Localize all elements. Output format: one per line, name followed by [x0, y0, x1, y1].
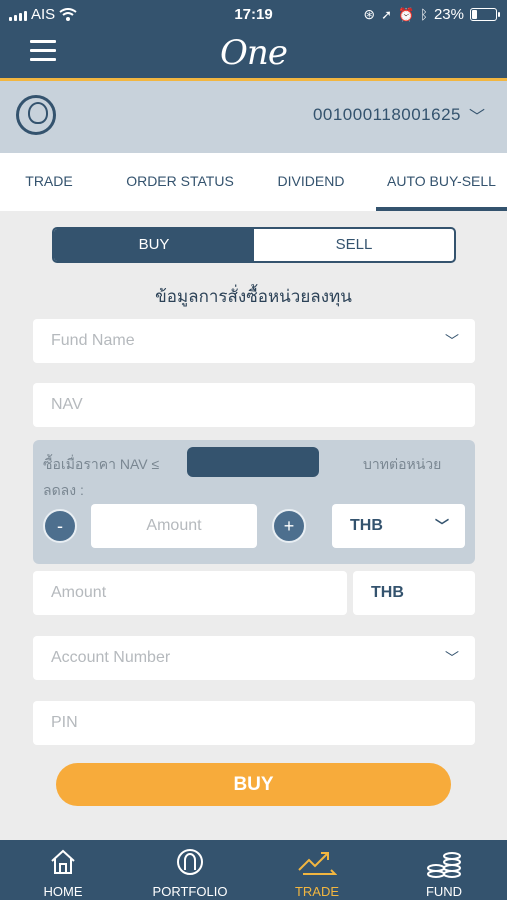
nav-condition-panel: ซื้อเมื่อราคา NAV ≤ ลดลง : บาทต่อหน่วย -… [33, 440, 475, 564]
app-header: AIS 17:19 ⊛ ➚ ⏰ ᛒ 23% One [0, 0, 507, 80]
home-icon [51, 849, 75, 874]
battery-percent: 23% [433, 6, 464, 23]
increase-button[interactable]: + [272, 509, 306, 543]
pin-input[interactable]: PIN [33, 701, 475, 745]
tab-auto-buy-sell[interactable]: AUTO BUY-SELL [376, 153, 507, 211]
alarm-icon: ⏰ [397, 6, 415, 22]
account-number-select[interactable]: Account Number ﹀ [33, 636, 475, 680]
chevron-down-icon: ﹀ [435, 518, 449, 534]
tab-dividend[interactable]: DIVIDEND [266, 153, 356, 211]
nav-input[interactable]: NAV [33, 383, 475, 427]
fund-name-placeholder: Fund Name [51, 332, 135, 349]
buy-submit-button[interactable]: BUY [56, 763, 451, 806]
buy-toggle-button[interactable]: BUY [54, 229, 254, 261]
nav-placeholder: NAV [51, 396, 83, 413]
nav-unit-label: บาทต่อหน่วย [363, 456, 442, 472]
nav-trade[interactable]: TRADE [254, 840, 380, 900]
nav-fund-label: FUND [425, 884, 463, 899]
screen-lock-icon: ⊛ [363, 6, 376, 22]
fund-name-select[interactable]: Fund Name ﹀ [33, 319, 475, 363]
nav-home[interactable]: HOME [0, 840, 126, 900]
nav-condition-label-2: ลดลง : [43, 482, 84, 498]
sell-toggle-button[interactable]: SELL [254, 229, 454, 261]
currency-select[interactable]: THB ﹀ [332, 504, 465, 548]
amount-placeholder: Amount [51, 584, 107, 601]
chevron-down-icon: ﹀ [445, 650, 459, 666]
status-right: ⊛ ➚ ⏰ ᛒ 23% [363, 6, 500, 23]
chevron-down-icon: ﹀ [445, 333, 459, 349]
form-title: ข้อมูลการสั่งซื้อหน่วยลงทุน [155, 287, 352, 306]
battery-icon [470, 8, 500, 21]
app-logo: One [220, 33, 288, 73]
avatar-icon [16, 95, 56, 135]
pin-placeholder: PIN [51, 714, 78, 731]
account-selector[interactable]: 001000118001625 ﹀ [0, 81, 507, 153]
nav-trade-label: TRADE [294, 884, 340, 899]
condition-amount-input[interactable]: Amount [91, 504, 257, 548]
fund-coins-icon [427, 852, 461, 878]
bottom-navigation: HOME PORTFOLIO TRADE FUND [0, 840, 507, 900]
buy-sell-toggle: BUY SELL [52, 227, 456, 263]
nav-threshold-input[interactable] [187, 447, 319, 477]
nav-fund[interactable]: FUND [381, 840, 507, 900]
trade-icon [298, 852, 337, 875]
nav-condition-label: ซื้อเมื่อราคา NAV ≤ [43, 456, 160, 472]
nav-portfolio[interactable]: PORTFOLIO [127, 840, 253, 900]
portfolio-icon [177, 849, 203, 875]
bluetooth-icon: ᛒ [420, 7, 428, 22]
location-icon: ➚ [381, 6, 392, 22]
tab-trade[interactable]: TRADE [14, 153, 84, 211]
currency-label: THB [353, 571, 475, 615]
nav-portfolio-label: PORTFOLIO [152, 884, 228, 899]
decrease-button[interactable]: - [43, 509, 77, 543]
chevron-down-icon[interactable]: ﹀ [469, 103, 485, 127]
amount-input[interactable]: Amount [33, 571, 347, 615]
nav-home-label: HOME [43, 884, 83, 899]
account-number-placeholder: Account Number [51, 649, 171, 666]
tab-bar: TRADE ORDER STATUS DIVIDEND AUTO BUY-SEL… [0, 153, 507, 211]
status-bar: AIS 17:19 ⊛ ➚ ⏰ ᛒ 23% [0, 0, 507, 30]
currency-value: THB [350, 517, 383, 534]
tab-order-status[interactable]: ORDER STATUS [118, 153, 242, 211]
account-number: 001000118001625 [312, 105, 461, 124]
